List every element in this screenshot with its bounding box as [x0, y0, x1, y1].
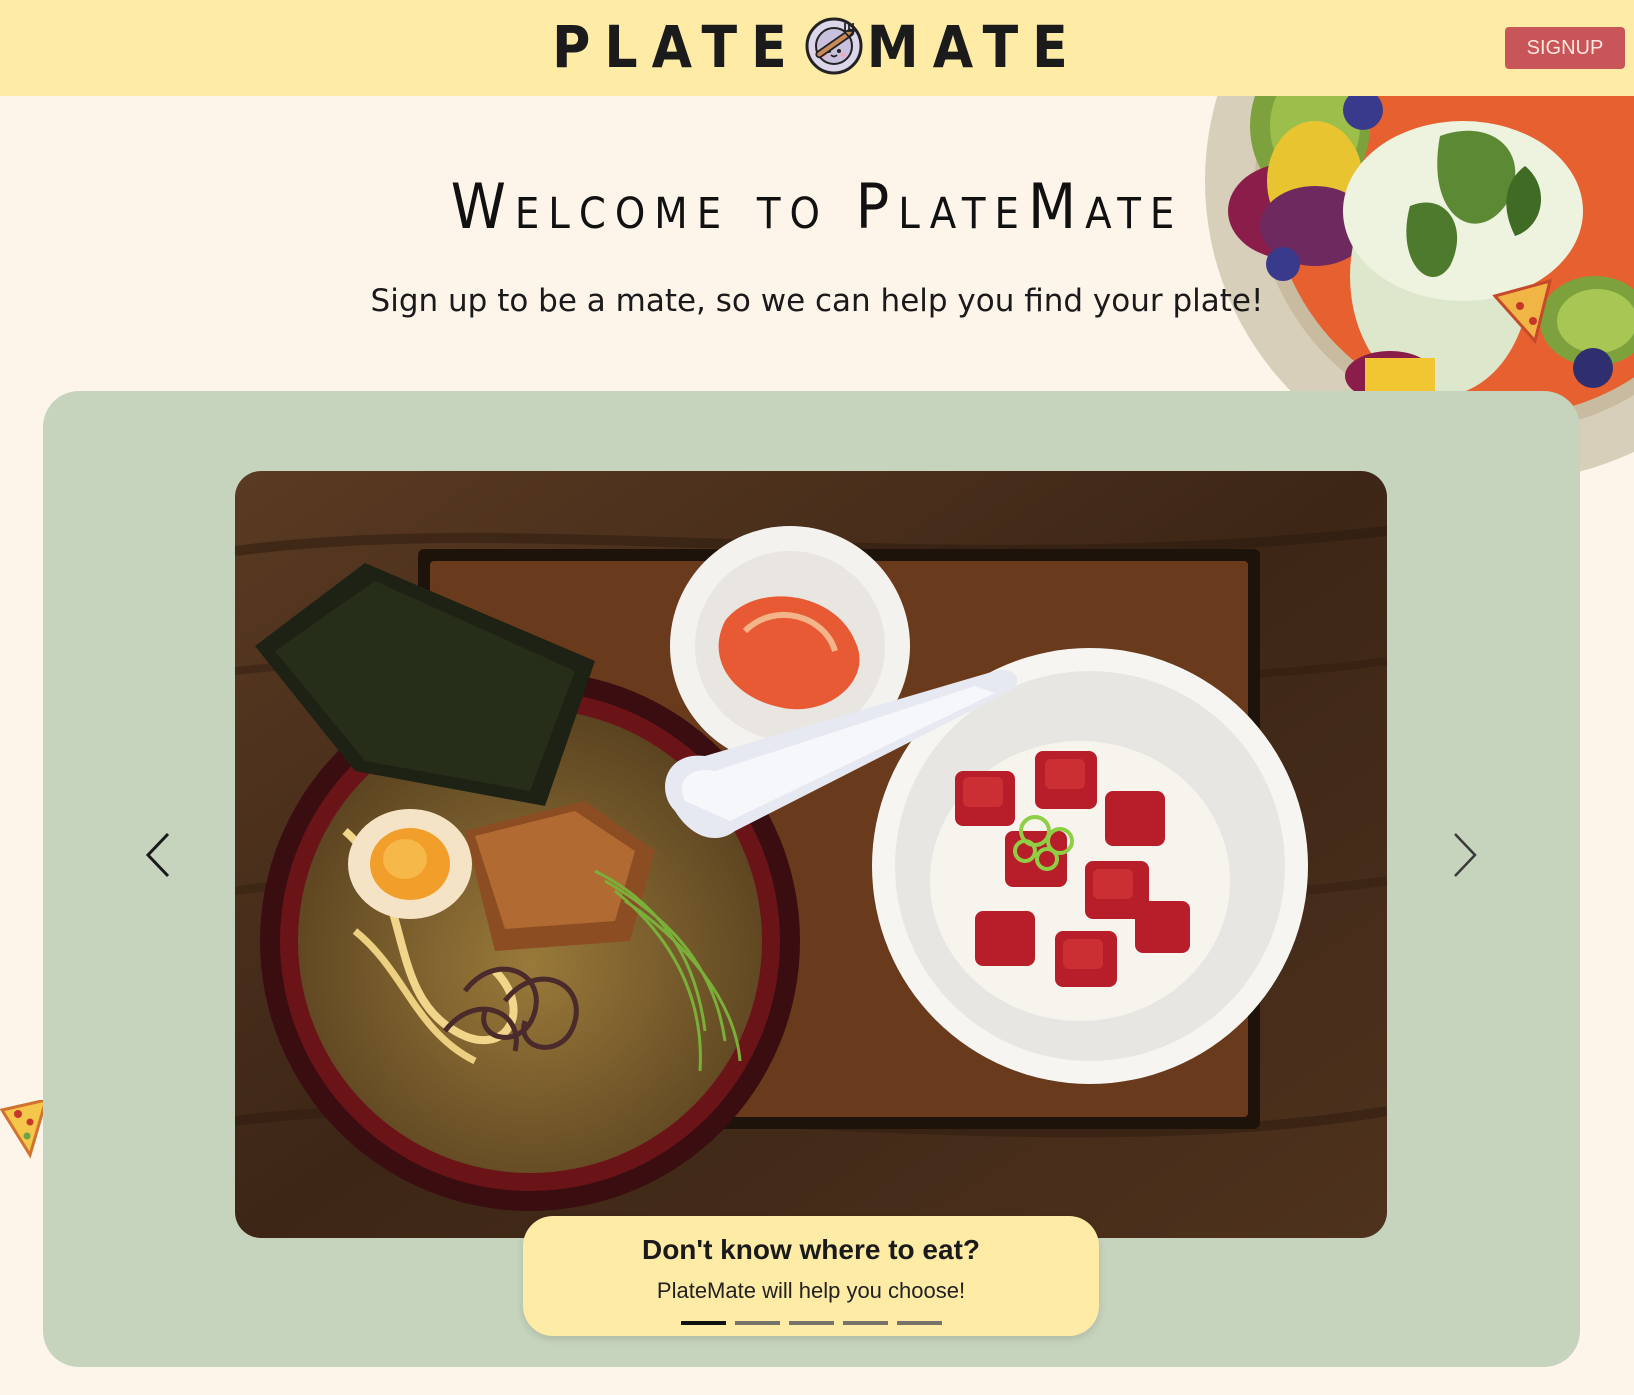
signup-button[interactable]: SIGNUP	[1505, 27, 1625, 69]
carousel-caption: Don't know where to eat? PlateMate will …	[523, 1216, 1099, 1336]
platemate-logo[interactable]: PLATE MATE	[0, 14, 1634, 80]
top-nav-bar: PLATE MATE SIGNUP	[0, 0, 1634, 96]
carousel-indicator[interactable]	[735, 1321, 780, 1325]
plate-fork-logo-icon	[805, 17, 863, 75]
logo-text-right: MATE	[866, 13, 1082, 81]
chevron-left-icon	[145, 832, 170, 878]
carousel-indicators	[681, 1321, 943, 1325]
welcome-subtitle: Sign up to be a mate, so we can help you…	[370, 283, 1264, 319]
caption-text: PlateMate will help you choose!	[656, 1278, 966, 1303]
carousel-indicator[interactable]	[681, 1321, 726, 1325]
carousel-prev-button[interactable]	[128, 820, 188, 890]
welcome-heading: Welcome to PlateMate	[450, 170, 1184, 243]
carousel-slide-image	[235, 471, 1387, 1238]
ramen-poke-photo	[235, 471, 1387, 1238]
carousel-indicator[interactable]	[789, 1321, 834, 1325]
carousel-next-button[interactable]	[1435, 820, 1495, 890]
logo-text-left: PLATE	[552, 13, 801, 81]
carousel-indicator[interactable]	[897, 1321, 942, 1325]
carousel-indicator[interactable]	[843, 1321, 888, 1325]
caption-title: Don't know where to eat?	[641, 1234, 980, 1265]
chevron-right-icon	[1454, 833, 1477, 877]
